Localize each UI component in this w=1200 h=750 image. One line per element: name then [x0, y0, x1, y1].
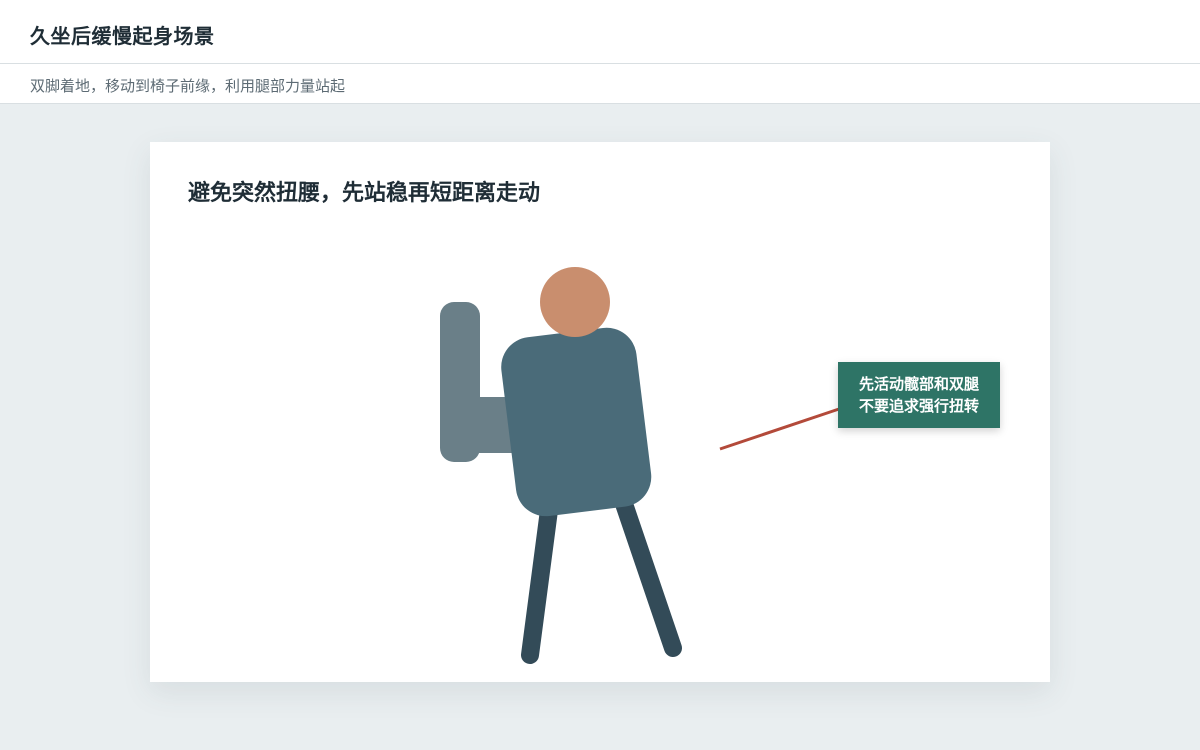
subheader-text: 双脚着地，移动到椅子前缘，利用腿部力量站起	[30, 77, 346, 95]
pointer-line	[719, 407, 840, 451]
page-title: 久坐后缓慢起身场景	[30, 24, 215, 48]
head	[540, 267, 610, 337]
legs	[521, 486, 682, 664]
tip-line-2: 不要追求强行扭转	[858, 397, 979, 415]
torso	[501, 327, 652, 517]
right-leg	[612, 486, 682, 657]
left-leg	[521, 486, 560, 664]
tip-line-1: 先活动髋部和双腿	[858, 375, 979, 393]
subheader-bar: 双脚着地，移动到椅子前缘，利用腿部力量站起	[0, 64, 1200, 104]
scene-card: 避免突然扭腰，先站稳再短距离走动 先活动髋部和双腿 不要追求强行扭转	[150, 142, 1050, 682]
chair-back	[440, 302, 480, 462]
header-bar: 久坐后缓慢起身场景	[0, 0, 1200, 64]
tip-callout: 先活动髋部和双腿 不要追求强行扭转	[838, 362, 1000, 428]
